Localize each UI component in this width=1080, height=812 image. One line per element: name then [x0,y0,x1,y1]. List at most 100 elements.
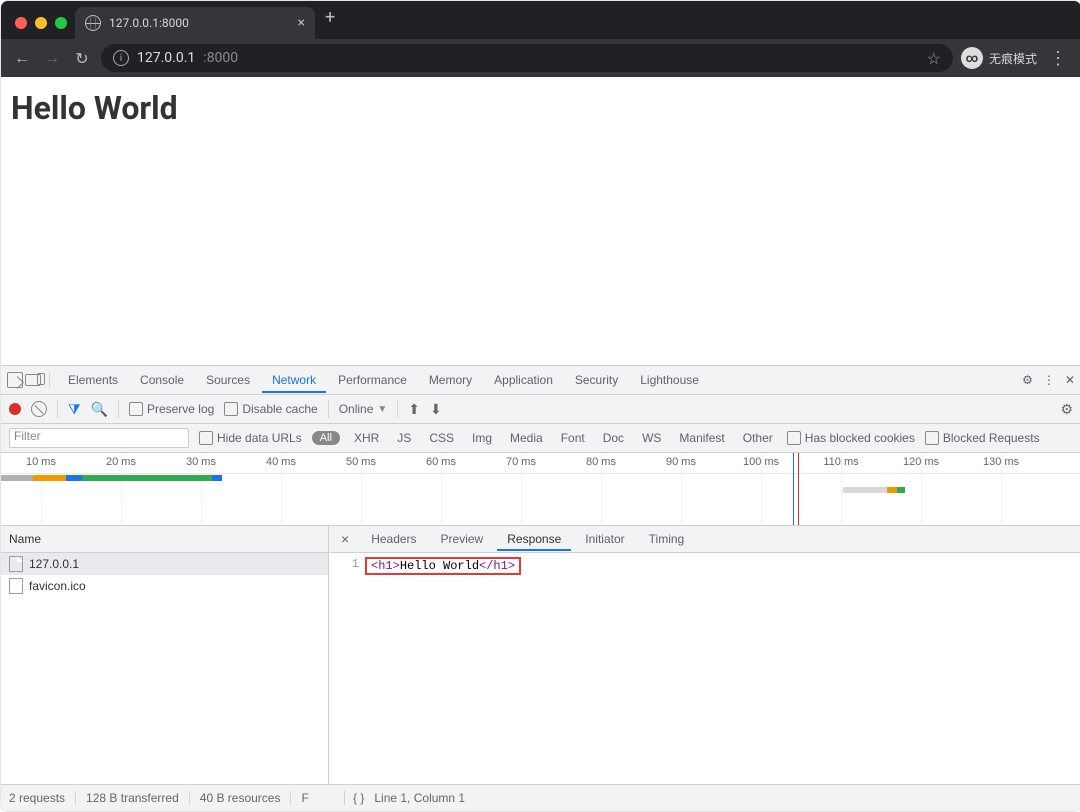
devtools-more-icon[interactable]: ⋮ [1043,373,1055,387]
timeline-tick: 20 ms [81,453,161,473]
request-list-header[interactable]: Name [1,526,328,553]
cursor-position: Line 1, Column 1 [374,791,465,805]
request-list: Name 127.0.0.1 favicon.ico [1,526,329,784]
timeline-tick: 100 ms [721,453,801,473]
panel-tab-console[interactable]: Console [130,368,194,393]
overview-segment [843,487,886,493]
panel-tab-security[interactable]: Security [565,368,628,393]
detail-tab-timing[interactable]: Timing [639,528,695,551]
page-heading: Hello World [11,89,1071,127]
pretty-print-icon[interactable]: { } [353,791,364,805]
clear-button[interactable] [31,401,47,417]
filter-type-ws[interactable]: WS [638,431,665,445]
hide-data-urls-checkbox[interactable]: Hide data URLs [199,431,302,445]
filter-toggle-icon[interactable]: ⧩ [68,401,81,418]
filter-type-img[interactable]: Img [468,431,496,445]
back-button[interactable]: ← [11,48,33,68]
new-tab-button[interactable]: + [315,7,345,34]
devtools-status-bar: 2 requests 128 B transferred 40 B resour… [1,785,1080,811]
incognito-icon: ∞ [961,47,983,69]
filter-type-xhr[interactable]: XHR [350,431,383,445]
timeline-tick: 40 ms [241,453,321,473]
filter-type-doc[interactable]: Doc [599,431,628,445]
incognito-indicator[interactable]: ∞ 无痕模式 [961,47,1037,69]
checkbox-icon [925,431,939,445]
overview-segment [66,475,82,481]
request-row[interactable]: favicon.ico [1,575,328,597]
search-icon[interactable]: 🔍 [91,401,108,418]
close-window-icon[interactable] [15,17,27,29]
tab-close-icon[interactable]: × [298,16,305,30]
disable-cache-checkbox[interactable]: Disable cache [224,402,317,416]
overview-segment [897,487,905,493]
panel-tab-elements[interactable]: Elements [58,368,128,393]
download-har-icon[interactable]: ⬇ [430,401,442,418]
response-source[interactable]: 1 <h1>Hello World</h1> [329,553,1080,784]
chevron-down-icon: ▼ [377,404,387,415]
devtools-close-icon[interactable]: ✕ [1065,373,1075,387]
filter-all-pill[interactable]: All [312,431,340,445]
filter-type-js[interactable]: JS [393,431,415,445]
network-timeline[interactable]: 10 ms20 ms30 ms40 ms50 ms60 ms70 ms80 ms… [1,453,1080,526]
line-number: 1 [329,553,365,784]
address-bar: ← → ↻ i 127.0.0.1:8000 ☆ ∞ 无痕模式 ⋮ [1,39,1080,77]
response-body: <h1>Hello World</h1> [365,557,521,575]
timeline-tick: 120 ms [881,453,961,473]
bookmark-icon[interactable]: ☆ [927,49,941,68]
browser-tab[interactable]: 127.0.0.1:8000 × [75,7,315,39]
network-split: Name 127.0.0.1 favicon.ico × HeadersPrevi… [1,526,1080,785]
record-button[interactable] [9,403,21,415]
detail-tab-response[interactable]: Response [497,528,571,551]
detail-tab-preview[interactable]: Preview [431,528,494,551]
detail-tab-initiator[interactable]: Initiator [575,528,634,551]
blocked-cookies-checkbox[interactable]: Has blocked cookies [787,431,915,445]
browser-menu-button[interactable]: ⋮ [1045,48,1071,69]
filter-type-media[interactable]: Media [506,431,547,445]
checkbox-icon [787,431,801,445]
overview-segment [82,475,212,481]
timeline-tick: 80 ms [561,453,641,473]
device-toolbar-icon[interactable] [25,374,41,386]
site-info-icon[interactable]: i [113,50,129,66]
throttle-select[interactable]: Online ▼ [328,400,399,418]
request-name: 127.0.0.1 [29,557,79,571]
reload-button[interactable]: ↻ [71,49,93,68]
panel-tab-application[interactable]: Application [484,368,563,393]
network-toolbar: ⧩ 🔍 Preserve log Disable cache Online ▼ … [1,395,1080,424]
panel-tab-memory[interactable]: Memory [419,368,482,393]
panel-tab-network[interactable]: Network [262,368,326,393]
separator [49,372,50,388]
timeline-tick: 130 ms [961,453,1041,473]
panel-tab-performance[interactable]: Performance [328,368,417,393]
detail-close-icon[interactable]: × [333,531,357,547]
panel-tab-lighthouse[interactable]: Lighthouse [630,368,709,393]
network-settings-icon[interactable]: ⚙ [1060,401,1073,418]
timeline-ticks: 10 ms20 ms30 ms40 ms50 ms60 ms70 ms80 ms… [1,453,1080,474]
forward-button[interactable]: → [41,48,63,68]
filter-type-font[interactable]: Font [557,431,589,445]
status-resources: 40 B resources [189,791,281,805]
tab-title: 127.0.0.1:8000 [109,16,290,30]
minimize-window-icon[interactable] [35,17,47,29]
request-row[interactable]: 127.0.0.1 [1,553,328,575]
timeline-tick: 70 ms [481,453,561,473]
preserve-log-checkbox[interactable]: Preserve log [129,402,214,416]
devtools-settings-icon[interactable]: ⚙ [1022,373,1033,387]
panel-tab-sources[interactable]: Sources [196,368,260,393]
fullscreen-window-icon[interactable] [55,17,67,29]
timeline-tick: 110 ms [801,453,881,473]
filter-type-manifest[interactable]: Manifest [675,431,728,445]
upload-har-icon[interactable]: ⬆ [408,401,420,418]
blocked-requests-checkbox[interactable]: Blocked Requests [925,431,1040,445]
filter-input[interactable]: Filter [9,428,189,448]
devtools: ElementsConsoleSourcesNetworkPerformance… [1,365,1080,811]
inspect-element-icon[interactable] [7,372,23,388]
url-input[interactable]: i 127.0.0.1:8000 ☆ [101,44,953,72]
overview-segment [212,475,223,481]
filter-type-css[interactable]: CSS [425,431,458,445]
throttle-value: Online [339,402,374,416]
detail-tab-headers[interactable]: Headers [361,528,426,551]
checkbox-icon [224,402,238,416]
status-requests: 2 requests [9,791,65,805]
filter-type-other[interactable]: Other [739,431,777,445]
